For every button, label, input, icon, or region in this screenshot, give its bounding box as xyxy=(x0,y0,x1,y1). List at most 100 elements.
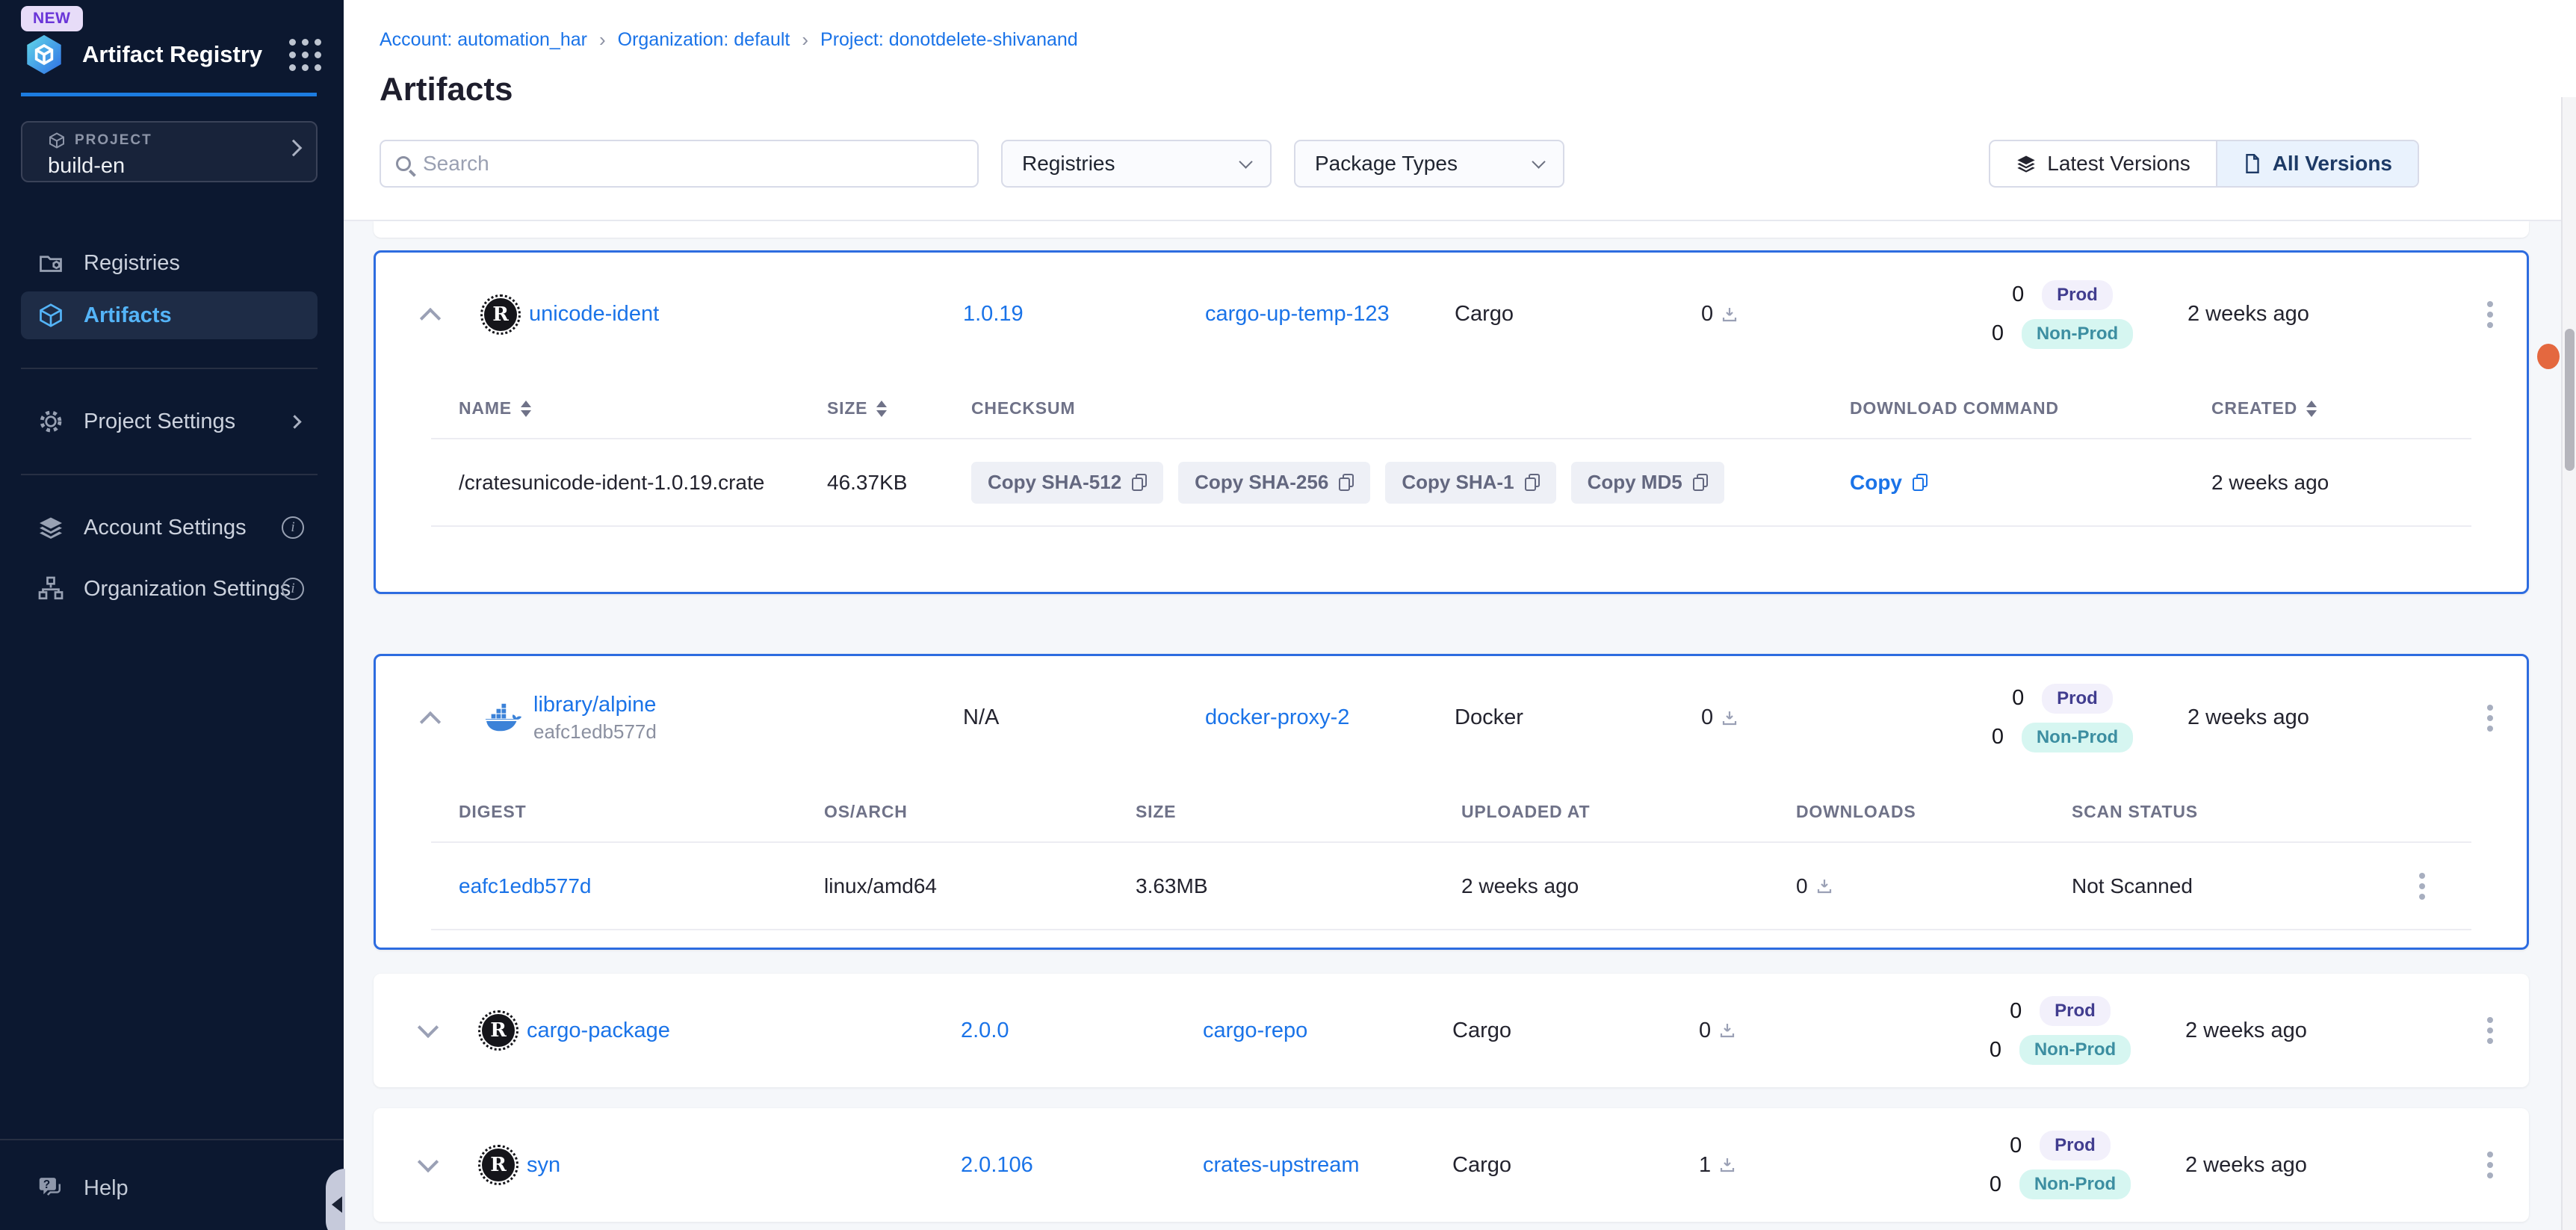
package-type: Cargo xyxy=(1452,1019,1699,1043)
artifact-registry-logo-icon xyxy=(22,33,66,76)
column-header: DOWNLOAD COMMAND xyxy=(1850,398,2211,418)
digest-menu-button[interactable] xyxy=(2412,865,2471,907)
org-hierarchy-icon xyxy=(37,575,64,602)
download-count: 1 xyxy=(1699,1153,1711,1178)
info-icon[interactable]: i xyxy=(282,516,304,539)
sort-icon[interactable] xyxy=(521,401,531,417)
artifact-registry-link[interactable]: crates-upstream xyxy=(1203,1153,1360,1178)
download-icon xyxy=(1718,1022,1736,1039)
sort-icon[interactable] xyxy=(2306,401,2317,417)
download-icon xyxy=(1721,709,1739,727)
latest-versions-label: Latest Versions xyxy=(2047,152,2190,176)
column-header: SCAN STATUS xyxy=(2072,802,2412,822)
prod-count: 0 xyxy=(2012,686,2025,711)
divider xyxy=(431,929,2471,930)
artifact-version-link[interactable]: 1.0.19 xyxy=(963,302,1024,327)
help-button[interactable]: ? Help xyxy=(37,1175,129,1202)
breadcrumb-account[interactable]: Account: automation_har xyxy=(380,29,587,51)
sort-icon[interactable] xyxy=(876,401,887,417)
row-menu-button[interactable] xyxy=(2480,1010,2501,1051)
os-arch: linux/amd64 xyxy=(824,874,1136,898)
artifacts-cube-icon xyxy=(37,302,64,329)
docker-whale-icon xyxy=(484,703,521,733)
nonprod-count: 0 xyxy=(1992,725,2005,750)
latest-versions-toggle[interactable]: Latest Versions xyxy=(1990,141,2215,186)
artifact-card-cargo-package: R cargo-package 2.0.0 cargo-repo Cargo 0… xyxy=(374,974,2529,1087)
file-created: 2 weeks ago xyxy=(2211,471,2471,495)
sidebar-item-project-settings[interactable]: Project Settings xyxy=(21,398,318,445)
row-menu-button[interactable] xyxy=(2480,1144,2501,1186)
artifact-digest-short: eafc1edb577d xyxy=(533,720,657,744)
expand-button[interactable] xyxy=(374,1026,482,1035)
notification-dot xyxy=(2537,344,2560,369)
package-type: Docker xyxy=(1455,705,1701,730)
row-menu-button[interactable] xyxy=(2480,697,2501,739)
sidebar-item-organization-settings[interactable]: Organization Settings i xyxy=(21,565,318,613)
sidebar-item-account-settings[interactable]: Account Settings i xyxy=(21,504,318,551)
files-table: NAME SIZE CHECKSUM DOWNLOAD COMMAND CREA… xyxy=(431,376,2471,527)
collapse-button[interactable] xyxy=(376,707,484,729)
scrollbar xyxy=(2561,97,2576,1230)
download-icon xyxy=(1721,306,1739,324)
app-switcher-grid-icon[interactable] xyxy=(289,39,321,71)
scrollbar-thumb[interactable] xyxy=(2565,329,2575,471)
copy-icon xyxy=(1339,474,1354,491)
page-title: Artifacts xyxy=(380,71,2576,108)
artifact-name-link[interactable]: unicode-ident xyxy=(529,302,659,327)
breadcrumb-project[interactable]: Project: donotdelete-shivanand xyxy=(820,29,1078,51)
artifact-version-link[interactable]: 2.0.0 xyxy=(961,1019,1009,1043)
cargo-rust-icon: R xyxy=(482,1149,515,1181)
page-header: Account: automation_har › Organization: … xyxy=(344,0,2576,221)
artifact-name-link[interactable]: syn xyxy=(527,1153,560,1178)
sidebar: NEW Artifact Registry PROJECT build-en xyxy=(0,0,344,1230)
download-icon xyxy=(1815,877,1833,895)
artifact-name-link[interactable]: cargo-package xyxy=(527,1019,670,1043)
file-row: /cratesunicode-ident-1.0.19.crate 46.37K… xyxy=(431,439,2471,525)
sidebar-collapse-button[interactable] xyxy=(326,1169,345,1230)
copy-download-command-button[interactable]: Copy xyxy=(1850,471,2211,495)
copy-sha512-button[interactable]: Copy SHA-512 xyxy=(971,462,1163,504)
artifact-row: R syn 2.0.106 crates-upstream Cargo 1 0 … xyxy=(374,1108,2529,1222)
all-versions-label: All Versions xyxy=(2273,152,2392,176)
sidebar-item-label: Artifacts xyxy=(84,303,172,328)
sidebar-item-label: Organization Settings xyxy=(84,577,291,602)
updated-time: 2 weeks ago xyxy=(2188,705,2453,730)
registries-dropdown-label: Registries xyxy=(1022,152,1115,176)
divider xyxy=(431,525,2471,527)
artifact-version-link[interactable]: 2.0.106 xyxy=(961,1153,1033,1178)
registries-dropdown[interactable]: Registries xyxy=(1001,140,1272,188)
copy-sha1-button[interactable]: Copy SHA-1 xyxy=(1385,462,1555,504)
chevron-down-icon xyxy=(1532,155,1545,168)
search-box xyxy=(380,140,979,188)
triangle-left-icon xyxy=(332,1196,342,1213)
breadcrumb-organization[interactable]: Organization: default xyxy=(618,29,790,51)
column-header: CHECKSUM xyxy=(971,398,1850,418)
package-types-dropdown[interactable]: Package Types xyxy=(1294,140,1564,188)
artifact-registry-link[interactable]: docker-proxy-2 xyxy=(1205,705,1349,730)
expand-button[interactable] xyxy=(374,1161,482,1169)
gear-icon xyxy=(37,408,64,435)
search-input[interactable] xyxy=(423,152,962,176)
copy-sha256-button[interactable]: Copy SHA-256 xyxy=(1178,462,1370,504)
chevron-up-icon xyxy=(419,307,440,328)
artifact-registry-link[interactable]: cargo-repo xyxy=(1203,1019,1307,1043)
info-icon[interactable]: i xyxy=(282,578,304,600)
row-menu-button[interactable] xyxy=(2480,294,2501,336)
copy-icon xyxy=(1693,474,1708,491)
main-content: Account: automation_har › Organization: … xyxy=(344,0,2576,1230)
sidebar-item-artifacts[interactable]: Artifacts xyxy=(21,291,318,339)
artifact-name-link[interactable]: library/alpine xyxy=(533,693,657,717)
project-selector[interactable]: PROJECT build-en xyxy=(21,121,318,182)
prod-badge: Prod xyxy=(2040,1131,2111,1161)
sidebar-item-registries[interactable]: Registries xyxy=(21,239,318,287)
column-header: NAME xyxy=(459,398,512,418)
artifact-card-syn: R syn 2.0.106 crates-upstream Cargo 1 0 … xyxy=(374,1108,2529,1222)
collapse-button[interactable] xyxy=(376,303,484,326)
divider xyxy=(21,474,318,475)
copy-md5-button[interactable]: Copy MD5 xyxy=(1571,462,1724,504)
artifact-registry-link[interactable]: cargo-up-temp-123 xyxy=(1205,302,1390,327)
digest-link[interactable]: eafc1edb577d xyxy=(459,874,592,897)
all-versions-toggle[interactable]: All Versions xyxy=(2216,141,2418,186)
download-count: 0 xyxy=(1699,1019,1711,1043)
chevron-down-icon xyxy=(1239,155,1252,168)
